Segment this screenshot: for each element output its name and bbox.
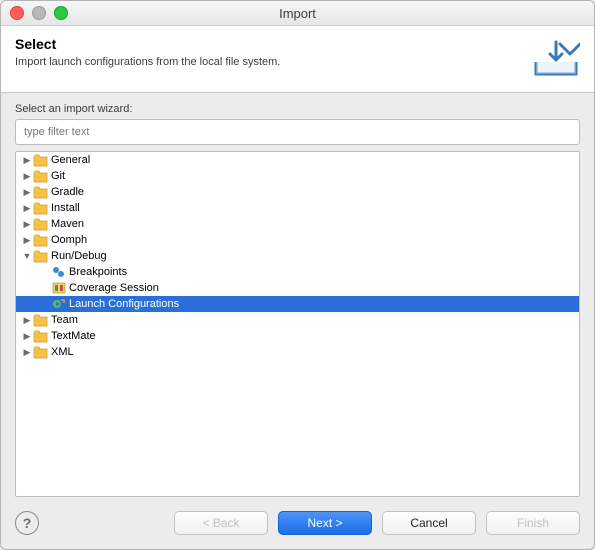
tree-item-label: Team [50,314,78,326]
tree-item-label: Git [50,170,65,182]
disclosure-open-icon[interactable]: ▼ [22,251,32,261]
disclosure-closed-icon[interactable]: ▶ [22,331,32,342]
back-button: < Back [174,511,268,535]
breakpoints-icon [51,265,67,279]
tree-item[interactable]: ▶ TextMate [16,328,579,344]
tree-item[interactable]: ▶ Team [16,312,579,328]
disclosure-closed-icon[interactable]: ▶ [22,203,32,214]
tree-item-label: Gradle [50,186,84,198]
wizard-body: Select an import wizard: ▶ General ▶ Git ▶ Gr… [1,93,594,497]
tree-item[interactable]: Coverage Session [16,280,579,296]
folder-icon [33,185,49,199]
next-button[interactable]: Next > [278,511,372,535]
tree-item[interactable]: ▶ Gradle [16,184,579,200]
folder-icon [33,313,49,327]
folder-icon [33,345,49,359]
tree-item[interactable]: ▶ General [16,152,579,168]
wizard-header: Select Import launch configurations from… [1,26,594,93]
tree-item[interactable]: ▶ Install [16,200,579,216]
finish-button: Finish [486,511,580,535]
tree-item-label: TextMate [50,330,96,342]
tree-item[interactable]: Breakpoints [16,264,579,280]
folder-icon [33,153,49,167]
tree-item-label: Maven [50,218,84,230]
import-dialog: Import Select Import launch configuratio… [0,0,595,550]
folder-icon [33,217,49,231]
tree-item-label: Oomph [50,234,87,246]
window-title: Import [1,6,594,21]
tree-item-label: Breakpoints [68,266,127,278]
import-icon [532,36,580,80]
disclosure-closed-icon[interactable]: ▶ [22,219,32,230]
tree-item-label: Coverage Session [68,282,159,294]
wizard-footer: ? < Back Next > Cancel Finish [1,497,594,549]
disclosure-closed-icon[interactable]: ▶ [22,155,32,166]
coverage-icon [51,281,67,295]
folder-icon [33,169,49,183]
title-bar: Import [1,1,594,26]
launch-icon [51,297,67,311]
tree-item[interactable]: ▶ Oomph [16,232,579,248]
folder-icon [33,329,49,343]
tree-item-label: Run/Debug [50,250,107,262]
disclosure-closed-icon[interactable]: ▶ [22,187,32,198]
folder-icon [33,201,49,215]
help-button[interactable]: ? [15,511,39,535]
tree-item[interactable]: Launch Configurations [16,296,579,312]
folder-open-icon [33,249,49,263]
folder-icon [33,233,49,247]
tree-item[interactable]: ▶ XML [16,344,579,360]
tree-item-label: Install [50,202,80,214]
cancel-button[interactable]: Cancel [382,511,476,535]
page-subtitle: Import launch configurations from the lo… [15,56,522,68]
page-title: Select [15,36,522,52]
filter-input[interactable] [22,125,573,139]
disclosure-closed-icon[interactable]: ▶ [22,315,32,326]
tree-item-label: General [50,154,90,166]
disclosure-closed-icon[interactable]: ▶ [22,171,32,182]
filter-input-wrapper [15,119,580,145]
tree-item[interactable]: ▶ Git [16,168,579,184]
filter-label: Select an import wizard: [15,103,580,115]
tree-item[interactable]: ▶ Maven [16,216,579,232]
disclosure-closed-icon[interactable]: ▶ [22,235,32,246]
tree-item-label: Launch Configurations [68,298,179,310]
wizard-tree[interactable]: ▶ General ▶ Git ▶ Gradle ▶ Install ▶ Maven ▶ Oomph ▼… [15,151,580,497]
tree-item[interactable]: ▼ Run/Debug [16,248,579,264]
tree-item-label: XML [50,346,74,358]
disclosure-closed-icon[interactable]: ▶ [22,347,32,358]
